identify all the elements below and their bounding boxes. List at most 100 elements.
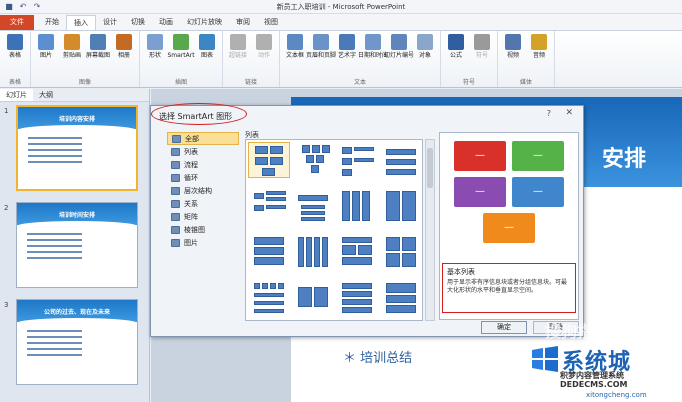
layout-shape	[266, 191, 286, 195]
ribbon-button-label: 表格	[8, 52, 21, 59]
help-button[interactable]: ?	[547, 109, 551, 118]
ribbon-group: 超链接 动作 链接	[223, 31, 280, 87]
slide-thumb-title: 培训时间安排	[58, 212, 95, 219]
layout-thumbnail[interactable]	[336, 188, 378, 224]
layout-thumbnail[interactable]	[292, 234, 334, 270]
slide-number: 2	[4, 204, 9, 212]
slide-number: 3	[4, 301, 9, 309]
slide-thumbnail-image[interactable]: 公司的过去、现在及未来	[16, 299, 138, 385]
layout-gallery	[245, 139, 423, 321]
layout-thumbnail[interactable]	[336, 142, 378, 178]
layout-thumbnail[interactable]	[380, 280, 422, 316]
category-item[interactable]: 矩阵	[167, 210, 239, 223]
category-item[interactable]: 循环	[167, 171, 239, 184]
layout-shape	[312, 145, 320, 153]
slide-thumbnail-1[interactable]: 1 培训内容安排	[4, 105, 144, 193]
layout-shape	[354, 147, 374, 151]
ribbon-button-label: 艺术字	[337, 52, 356, 59]
ribbon-button-icon	[531, 34, 547, 50]
category-item[interactable]: 层次结构	[167, 184, 239, 197]
tab-view[interactable]: 视图	[257, 15, 285, 30]
category-item[interactable]: 流程	[167, 158, 239, 171]
ribbon-group-label: 链接	[244, 79, 257, 86]
layout-shape	[254, 193, 264, 199]
preview-shape-placeholder: —	[504, 222, 514, 233]
ribbon-button-icon	[417, 34, 433, 50]
tab-outline[interactable]: 大纲	[33, 89, 59, 101]
category-item[interactable]: 图片	[167, 236, 239, 249]
layout-shape	[301, 217, 325, 221]
slide-title[interactable]: 安排	[602, 141, 646, 173]
tab-slideshow[interactable]: 幻灯片放映	[180, 15, 229, 30]
ribbon-button-icon	[339, 34, 355, 50]
layout-shape	[254, 309, 284, 313]
layout-shape	[342, 257, 372, 265]
category-list: 全部 列表 流程 循环层次结构关系矩阵棱锥图 图片	[167, 132, 239, 316]
category-item[interactable]: 棱锥图	[167, 223, 239, 236]
category-item[interactable]: 列表	[167, 145, 239, 158]
category-icon	[171, 238, 180, 247]
tab-home[interactable]: 开始	[38, 15, 66, 30]
category-item[interactable]: 关系	[167, 197, 239, 210]
slide-thumbnail-3[interactable]: 3 公司的过去、现在及未来	[4, 299, 144, 387]
ribbon-group: 表格 表格	[0, 31, 31, 87]
preview-shape-placeholder: —	[475, 150, 485, 161]
layout-thumbnail[interactable]	[292, 142, 334, 178]
tab-file[interactable]: 文件	[0, 15, 34, 30]
layout-thumbnail[interactable]	[380, 188, 422, 224]
layout-shape	[301, 211, 325, 215]
layout-thumbnail[interactable]	[248, 188, 290, 224]
layout-shape	[354, 158, 374, 162]
slide-thumbnail-image[interactable]: 培训内容安排	[16, 105, 138, 191]
slide-bullet-text[interactable]: ＊ 培训总结	[343, 347, 412, 366]
ribbon-group-label: 媒体	[519, 79, 532, 86]
close-button[interactable]: ✕	[565, 108, 573, 118]
tab-transitions[interactable]: 切换	[124, 15, 152, 30]
layout-thumbnail[interactable]	[336, 234, 378, 270]
layout-shape	[254, 301, 284, 305]
category-label: 矩阵	[184, 212, 198, 221]
layout-thumbnail[interactable]	[380, 234, 422, 270]
category-label: 层次结构	[184, 186, 212, 195]
watermark: 系统城 积梦内容管理系统 DEDECMS.COM xitongcheng.com	[500, 318, 682, 402]
ribbon-button-icon	[365, 34, 381, 50]
layout-shape	[386, 283, 416, 293]
layout-thumbnail[interactable]	[248, 280, 290, 316]
category-item[interactable]: 全部	[167, 132, 239, 145]
layout-thumbnail[interactable]	[292, 280, 334, 316]
slide-thumbnail-2[interactable]: 2 培训时间安排	[4, 202, 144, 290]
scrollbar-thumb[interactable]	[427, 148, 433, 188]
layout-shape	[302, 145, 310, 153]
layout-shape	[386, 159, 416, 165]
layout-name: 基本列表	[447, 268, 475, 276]
tab-slides[interactable]: 幻灯片	[0, 89, 33, 101]
layout-shape	[314, 287, 328, 307]
ribbon-button-icon	[313, 34, 329, 50]
layout-thumbnail[interactable]	[380, 142, 422, 178]
tab-design[interactable]: 设计	[96, 15, 124, 30]
preview-shape: —	[454, 177, 506, 207]
tab-animations[interactable]: 动画	[152, 15, 180, 30]
layout-shape	[342, 283, 372, 289]
layout-thumbnail[interactable]	[248, 142, 290, 178]
layout-shape	[386, 169, 416, 175]
gallery-scrollbar[interactable]	[425, 139, 435, 321]
layout-thumbnail[interactable]	[248, 234, 290, 270]
layout-thumbnail[interactable]	[292, 188, 334, 224]
layout-shape	[402, 253, 416, 267]
slide-thumbnail-image[interactable]: 培训时间安排	[16, 202, 138, 288]
tab-insert[interactable]: 插入	[66, 15, 96, 30]
tab-review[interactable]: 审阅	[229, 15, 257, 30]
ribbon-button-label: 剪贴画	[62, 52, 81, 59]
layout-preview: 基本列表 用于显示非有序信息块或者分组信息块。可最大化形状的水平和垂直显示空间。…	[439, 132, 579, 320]
layout-shape	[342, 147, 352, 154]
layout-shape	[322, 145, 330, 153]
ribbon-button-icon	[7, 34, 23, 50]
ribbon-button-icon	[90, 34, 106, 50]
layout-shape	[386, 149, 416, 155]
layout-shape	[386, 295, 416, 303]
layout-shape	[254, 237, 284, 245]
layout-thumbnail[interactable]	[336, 280, 378, 316]
preview-shape: —	[512, 141, 564, 171]
category-icon	[171, 212, 180, 221]
